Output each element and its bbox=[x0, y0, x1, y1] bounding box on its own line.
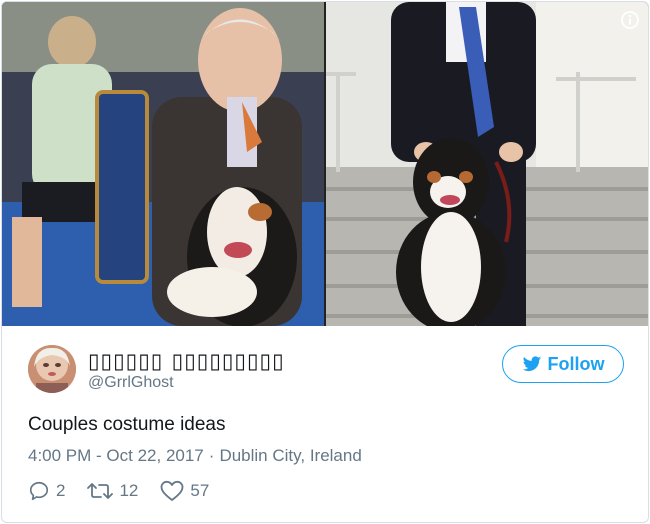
photo-man-in-suit-with-dog[interactable] bbox=[326, 2, 648, 326]
tweet-text: Couples costume ideas bbox=[28, 414, 226, 435]
tweet-actions: 2 12 57 bbox=[28, 480, 231, 502]
tweet-media[interactable] bbox=[2, 2, 648, 326]
reply-icon bbox=[29, 481, 49, 501]
like-button[interactable]: 57 bbox=[160, 480, 209, 502]
reply-button[interactable]: 2 bbox=[28, 480, 65, 502]
tweet-meta: 4:00 PM - Oct 22, 2017 · Dublin City, Irel… bbox=[28, 446, 362, 466]
retweet-icon bbox=[87, 483, 114, 499]
tweet-card: ▯▯▯▯▯▯ ▯▯▯▯▯▯▯▯▯ @GrrlGhost Follow Coupl… bbox=[1, 1, 649, 523]
follow-label: Follow bbox=[547, 353, 605, 374]
user-handle[interactable]: @GrrlGhost bbox=[88, 374, 174, 392]
display-name[interactable]: ▯▯▯▯▯▯ ▯▯▯▯▯▯▯▯▯ bbox=[88, 349, 285, 373]
heart-icon bbox=[160, 480, 184, 501]
like-count: 57 bbox=[190, 481, 210, 500]
info-icon[interactable] bbox=[620, 10, 640, 30]
photo-man-with-dog[interactable] bbox=[2, 2, 324, 326]
twitter-bird-icon bbox=[522, 355, 541, 371]
retweet-count: 12 bbox=[119, 481, 139, 500]
avatar[interactable] bbox=[28, 345, 76, 393]
tweet-location[interactable]: Dublin City, Ireland bbox=[219, 446, 361, 465]
reply-count: 2 bbox=[56, 481, 66, 500]
retweet-button[interactable]: 12 bbox=[87, 480, 138, 502]
tweet-timestamp[interactable]: 4:00 PM - Oct 22, 2017 bbox=[28, 446, 204, 465]
follow-button[interactable]: Follow bbox=[502, 345, 624, 383]
meta-separator: · bbox=[208, 446, 215, 465]
